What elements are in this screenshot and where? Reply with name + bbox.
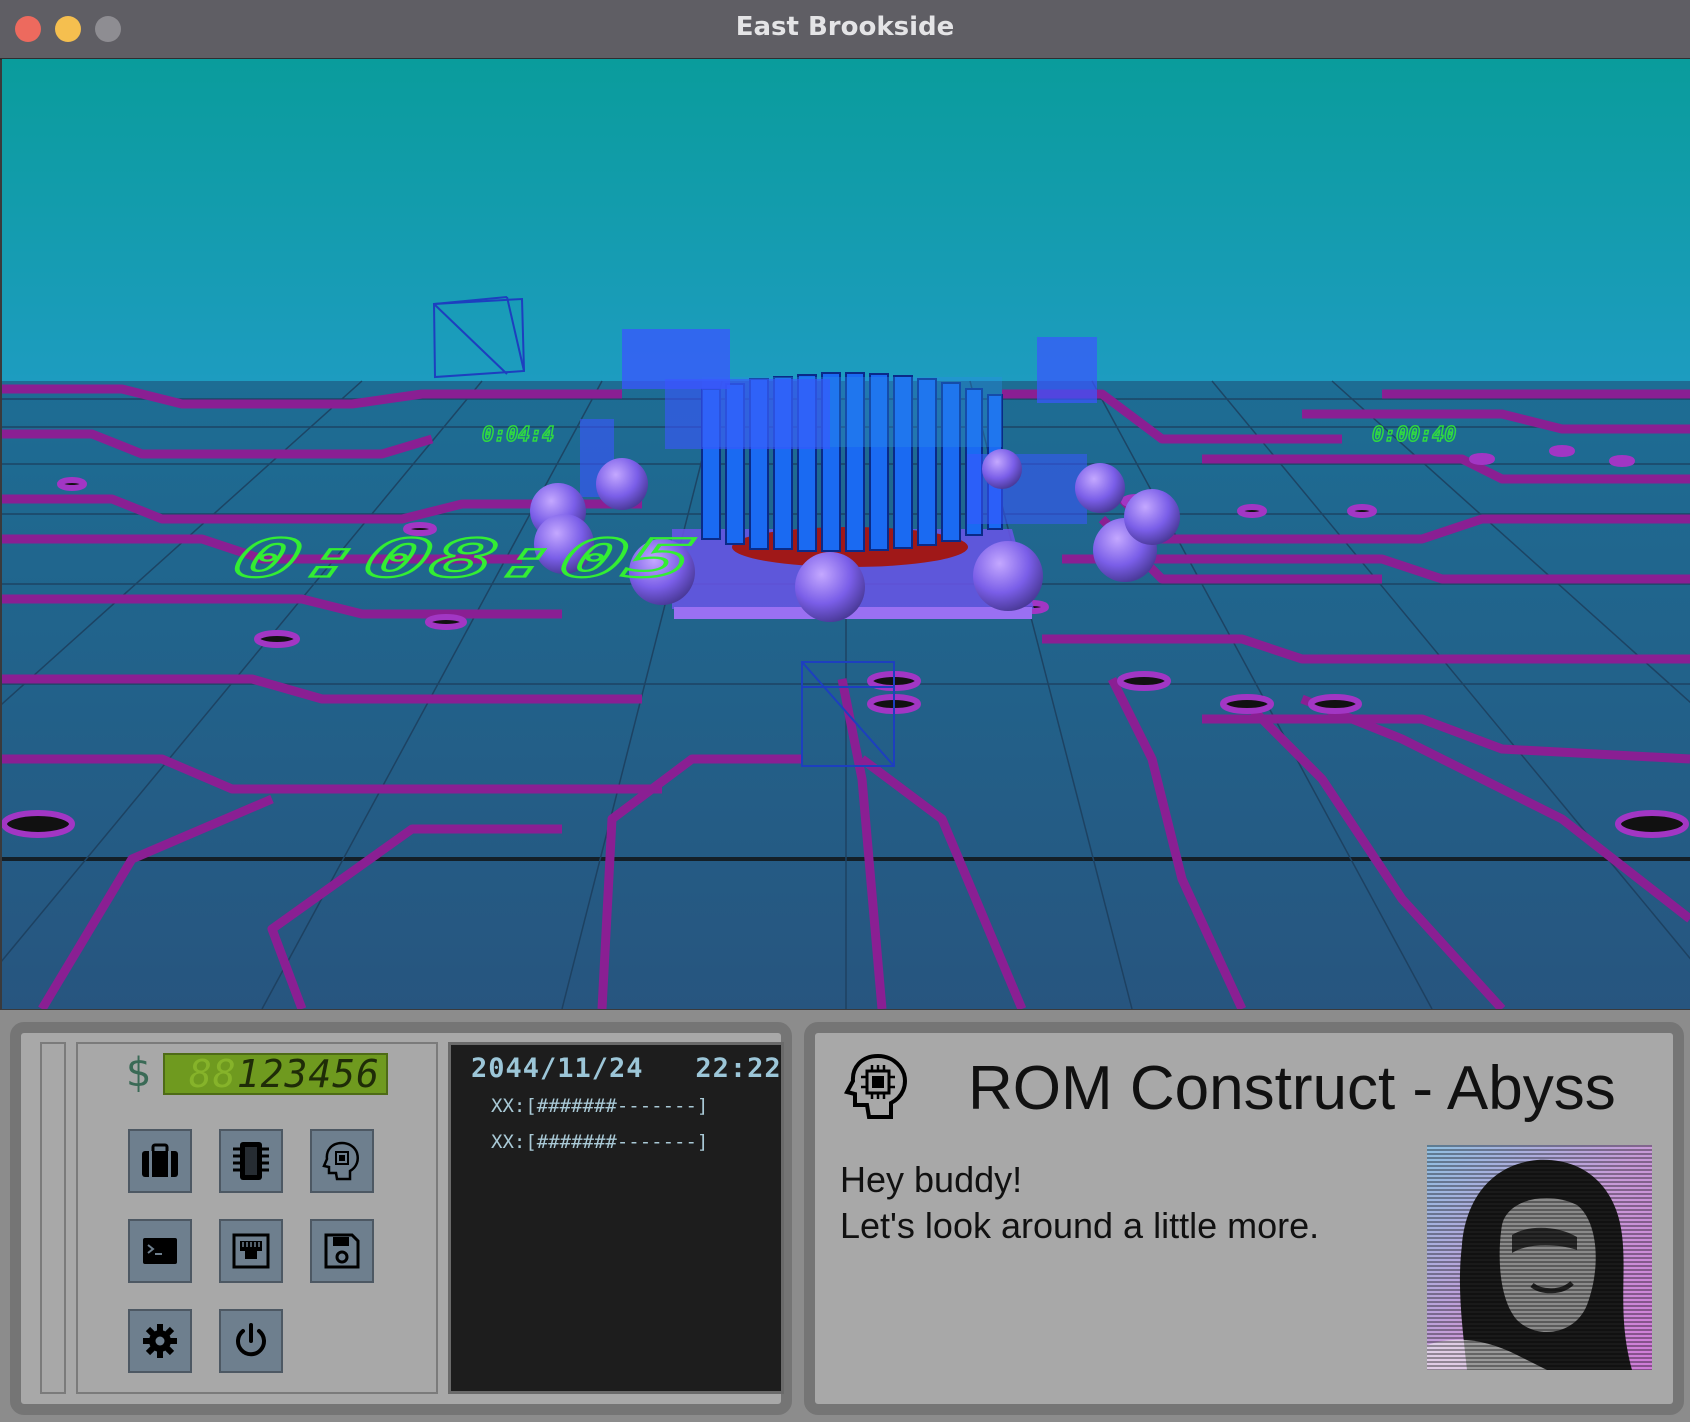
credits-value: 123456 [236, 1053, 380, 1095]
cyberspace-scene: 0:08:05 0:04:4 0:00:40 [2, 59, 1690, 1009]
save-button[interactable] [310, 1219, 374, 1283]
construct-name: ROM Construct - Abyss [968, 1054, 1616, 1123]
head-chip-icon [322, 1141, 359, 1181]
deck-controls: $ 88123456 [76, 1042, 438, 1394]
terminal-status-bar: XX:[#######-------] [491, 1095, 709, 1117]
terminal-display: 2044/11/24 22:22 XX:[#######-------] XX:… [448, 1042, 784, 1394]
floor-timer-near: 0:08:05 [225, 528, 702, 589]
terminal-button[interactable] [128, 1219, 192, 1283]
sky [2, 59, 1690, 381]
inventory-panel: $ 88123456 2044/11/24 22:22 XX:[#######-… [10, 1022, 792, 1415]
game-viewport[interactable]: 0:08:05 0:04:4 0:00:40 [2, 59, 1690, 1009]
floppy-disk-icon [324, 1233, 360, 1269]
floor-timer-mid: 0:04:4 [482, 422, 554, 446]
rom-construct-button[interactable] [310, 1129, 374, 1193]
hud-bar: $ 88123456 2044/11/24 22:22 XX:[#######-… [0, 1010, 1690, 1422]
power-button[interactable] [219, 1309, 283, 1373]
portrait-image [1427, 1145, 1652, 1370]
credits-display: 88123456 [163, 1053, 388, 1095]
terminal-icon [143, 1238, 177, 1264]
gear-icon [143, 1324, 177, 1358]
head-chip-icon [844, 1053, 907, 1119]
terminal-status-bar: XX:[#######-------] [491, 1131, 709, 1153]
item-slot[interactable] [40, 1042, 66, 1394]
inventory-button[interactable] [128, 1129, 192, 1193]
chip-button[interactable] [219, 1129, 283, 1193]
floor-timer-far: 0:00:40 [1372, 422, 1456, 446]
title-bar: East Brookside [0, 0, 1690, 60]
dialogue-text: Hey buddy! Let's look around a little mo… [840, 1157, 1319, 1249]
settings-button[interactable] [128, 1309, 192, 1373]
currency-symbol: $ [126, 1050, 152, 1096]
dialogue-line: Hey buddy! [840, 1159, 1023, 1200]
ethernet-port-icon [232, 1233, 270, 1269]
credits-ghost-digits: 88 [188, 1053, 237, 1095]
dialogue-line: Let's look around a little more. [840, 1205, 1320, 1246]
power-icon [236, 1323, 266, 1357]
chip-icon [233, 1142, 269, 1180]
construct-icon [843, 1051, 913, 1128]
terminal-datetime: 2044/11/24 22:22 [471, 1053, 782, 1084]
construct-portrait [1427, 1145, 1652, 1370]
window-title: East Brookside [735, 12, 955, 42]
dialogue-panel: ROM Construct - Abyss Hey buddy! Let's l… [804, 1022, 1684, 1415]
briefcase-icon [142, 1143, 178, 1177]
network-button[interactable] [219, 1219, 283, 1283]
